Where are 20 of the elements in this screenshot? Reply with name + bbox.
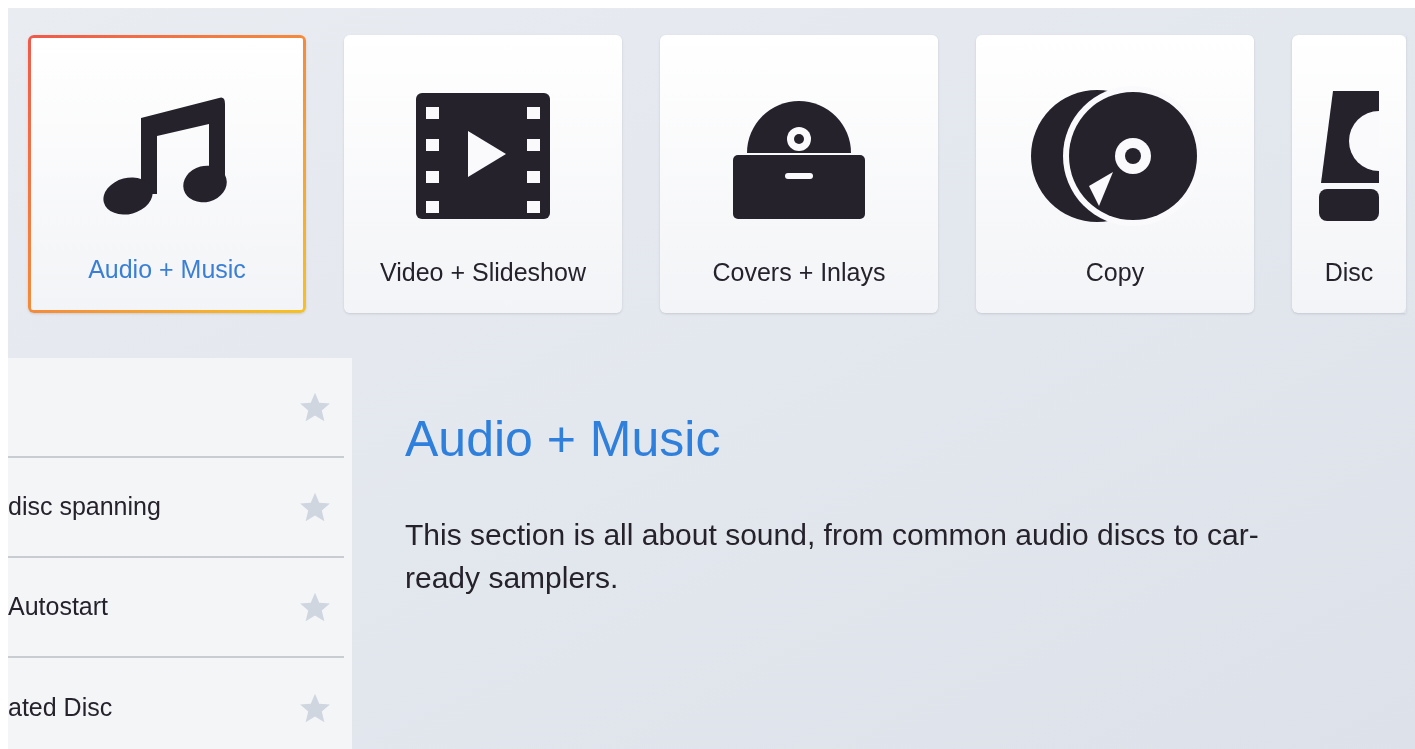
tile-label: Audio + Music [88, 253, 246, 285]
disc-drive-icon [1319, 91, 1379, 222]
tile-label: Disc [1324, 256, 1374, 288]
section-title: Audio + Music [405, 410, 722, 469]
item-label: ated Disc [8, 692, 113, 724]
project-list-item[interactable]: Autostart [8, 558, 344, 658]
project-list-item[interactable]: ated Disc [8, 658, 344, 749]
item-label: Autostart [8, 591, 109, 623]
category-tile[interactable]: Covers + Inlays [660, 35, 938, 313]
tile-label: Covers + Inlays [712, 256, 886, 288]
section-description: This section is all about sound, from common audio discs to car-ready samplers. [405, 516, 1260, 596]
category-tile[interactable]: Audio + Music [28, 35, 306, 313]
category-tile[interactable]: Disc [1292, 35, 1406, 313]
tile-label: Video + Slideshow [380, 256, 586, 288]
tile-label: Copy [1085, 256, 1145, 288]
item-label: disc spanning [8, 491, 161, 523]
category-tile[interactable]: Copy [976, 35, 1254, 313]
project-list-item[interactable]: disc spanning [8, 458, 344, 558]
category-tile[interactable]: Video + Slideshow [344, 35, 622, 313]
film-strip-icon [416, 93, 550, 220]
